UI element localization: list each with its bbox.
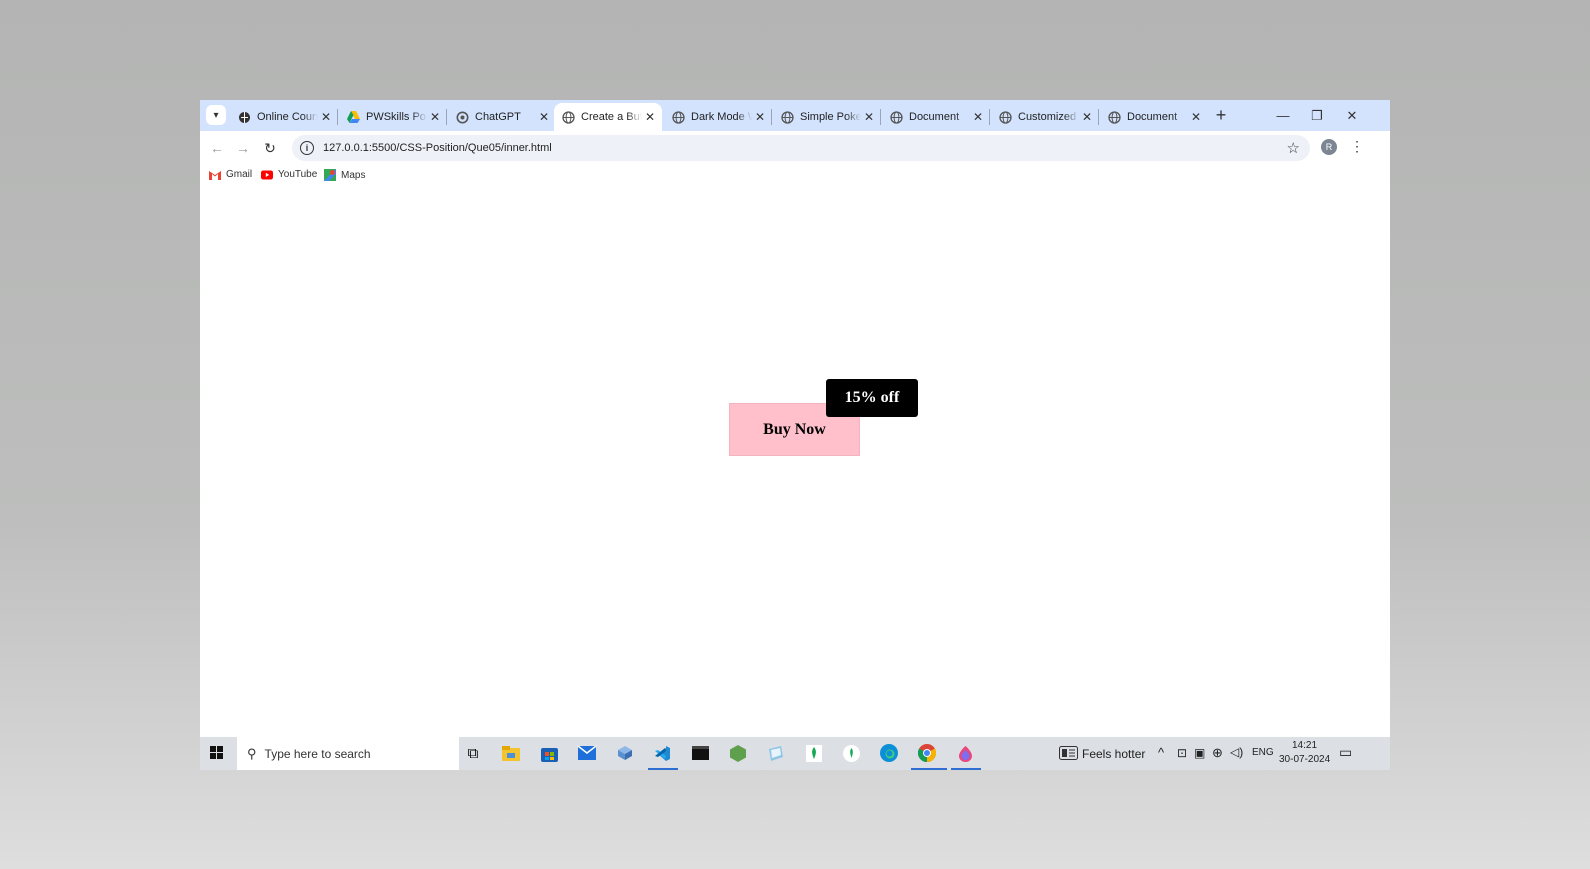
- active-app-indicator: [648, 768, 678, 770]
- active-app-indicator: [911, 768, 947, 770]
- site-info-icon[interactable]: i: [300, 141, 314, 155]
- discount-badge: 15% off: [826, 379, 918, 417]
- edge-icon[interactable]: [879, 743, 899, 763]
- close-icon[interactable]: ✕: [970, 110, 986, 124]
- taskbar-search[interactable]: ⚲ Type here to search: [237, 737, 459, 770]
- bookmark-youtube[interactable]: YouTube: [261, 169, 317, 180]
- tab-online-courses[interactable]: Online Courses ✕: [230, 103, 338, 131]
- browser-window: ▾ Online Courses ✕ PWSkills Position ✕ C…: [200, 100, 1390, 770]
- volume-icon[interactable]: ◁): [1230, 745, 1243, 759]
- back-icon[interactable]: ←: [208, 139, 226, 157]
- maps-icon: [324, 169, 336, 181]
- bookmark-star-icon[interactable]: ☆: [1287, 139, 1300, 157]
- gmail-icon: [209, 170, 221, 180]
- tab-title: Dark Mode Web: [691, 111, 752, 123]
- network-globe-icon[interactable]: ⊕: [1212, 745, 1223, 761]
- url-text[interactable]: 127.0.0.1:5500/CSS-Position/Que05/inner.…: [323, 142, 552, 154]
- language-indicator[interactable]: ENG: [1252, 747, 1274, 758]
- paint-icon[interactable]: [955, 743, 975, 763]
- globe-icon: [672, 110, 685, 124]
- profile-avatar[interactable]: R: [1321, 139, 1337, 155]
- bookmark-maps[interactable]: Maps: [324, 169, 365, 181]
- globe-icon: [999, 110, 1012, 124]
- app-cube-icon[interactable]: [615, 743, 635, 763]
- windows-start-icon[interactable]: [210, 746, 224, 760]
- more-menu-icon[interactable]: ⋮: [1350, 138, 1364, 155]
- globe-icon: [1108, 110, 1121, 124]
- chatgpt-icon: [456, 111, 469, 124]
- mail-icon[interactable]: [577, 743, 597, 763]
- active-app-indicator: [951, 768, 981, 770]
- close-icon[interactable]: ✕: [861, 110, 877, 124]
- close-icon[interactable]: ✕: [427, 110, 443, 124]
- weather-text[interactable]: Feels hotter: [1082, 747, 1145, 761]
- tab-title: Document: [1127, 111, 1178, 123]
- weather-widget-icon[interactable]: [1057, 743, 1079, 763]
- minimize-icon[interactable]: —: [1266, 100, 1300, 131]
- tab-title: Customized B: [1018, 111, 1079, 123]
- windows-taskbar: ⚲ Type here to search ⧉ Feels hotter ^ ⊡…: [200, 737, 1390, 770]
- search-icon: ⚲: [247, 745, 257, 761]
- display-tray-icon[interactable]: ▣: [1194, 746, 1205, 760]
- bookmark-gmail[interactable]: Gmail: [209, 169, 252, 180]
- tab-dark-mode[interactable]: Dark Mode Web ✕: [664, 103, 772, 131]
- bookmarks-bar: Gmail YouTube Maps: [200, 165, 1390, 189]
- globe-icon: [890, 110, 903, 124]
- mongodb-icon[interactable]: [841, 743, 861, 763]
- close-window-icon[interactable]: ✕: [1335, 100, 1369, 131]
- store-icon[interactable]: [539, 743, 559, 763]
- tab-customized[interactable]: Customized B ✕: [991, 103, 1099, 131]
- tab-title: Create a Button: [581, 111, 642, 123]
- tab-chatgpt[interactable]: ChatGPT ✕: [448, 103, 556, 131]
- task-view-icon[interactable]: ⧉: [463, 743, 483, 763]
- vscode-icon[interactable]: [652, 743, 672, 763]
- tab-create-button[interactable]: Create a Button ✕: [554, 103, 662, 131]
- globe-icon: [238, 111, 251, 124]
- tab-title: Document: [909, 111, 960, 123]
- teams-tray-icon[interactable]: ⊡: [1177, 746, 1187, 760]
- tab-search-button[interactable]: ▾: [206, 105, 226, 125]
- tab-document-1[interactable]: Document ✕: [882, 103, 990, 131]
- mongodb-compass-icon[interactable]: [804, 743, 824, 763]
- nodejs-icon[interactable]: [728, 743, 748, 763]
- tab-title: Online Courses: [257, 111, 318, 123]
- tab-title: Simple Poker: [800, 111, 861, 123]
- clock-date[interactable]: 30-07-2024: [1279, 754, 1330, 765]
- close-icon[interactable]: ✕: [642, 110, 658, 124]
- close-icon[interactable]: ✕: [1079, 110, 1095, 124]
- tab-title: PWSkills Position: [366, 111, 427, 123]
- clock-time[interactable]: 14:21: [1292, 740, 1317, 751]
- close-icon[interactable]: ✕: [752, 110, 768, 124]
- tab-simple-poker[interactable]: Simple Poker ✕: [773, 103, 881, 131]
- tab-strip: ▾ Online Courses ✕ PWSkills Position ✕ C…: [200, 100, 1390, 131]
- globe-icon: [562, 110, 575, 124]
- youtube-icon: [261, 170, 273, 179]
- tab-pwskills[interactable]: PWSkills Position ✕: [339, 103, 447, 131]
- close-icon[interactable]: ✕: [1188, 110, 1204, 124]
- file-explorer-icon[interactable]: [501, 743, 521, 763]
- app-book-icon[interactable]: [766, 743, 786, 763]
- chrome-icon[interactable]: [917, 743, 937, 763]
- address-bar[interactable]: i 127.0.0.1:5500/CSS-Position/Que05/inne…: [292, 135, 1310, 161]
- page-content: Buy Now 15% off: [200, 189, 1390, 726]
- globe-icon: [781, 110, 794, 124]
- search-placeholder: Type here to search: [264, 746, 371, 761]
- close-icon[interactable]: ✕: [318, 110, 334, 124]
- terminal-icon[interactable]: [690, 743, 710, 763]
- restore-icon[interactable]: ❐: [1300, 100, 1334, 131]
- notification-icon[interactable]: ▭: [1339, 744, 1352, 761]
- chevron-up-icon[interactable]: ^: [1158, 745, 1164, 760]
- close-icon[interactable]: ✕: [536, 110, 552, 124]
- tab-document-2[interactable]: Document ✕: [1100, 103, 1208, 131]
- browser-toolbar: ← → ↻ i 127.0.0.1:5500/CSS-Position/Que0…: [200, 131, 1390, 165]
- tab-title: ChatGPT: [475, 111, 521, 123]
- drive-icon: [347, 111, 360, 124]
- forward-icon[interactable]: →: [234, 139, 252, 157]
- new-tab-button[interactable]: +: [1210, 104, 1232, 126]
- reload-icon[interactable]: ↻: [261, 139, 279, 157]
